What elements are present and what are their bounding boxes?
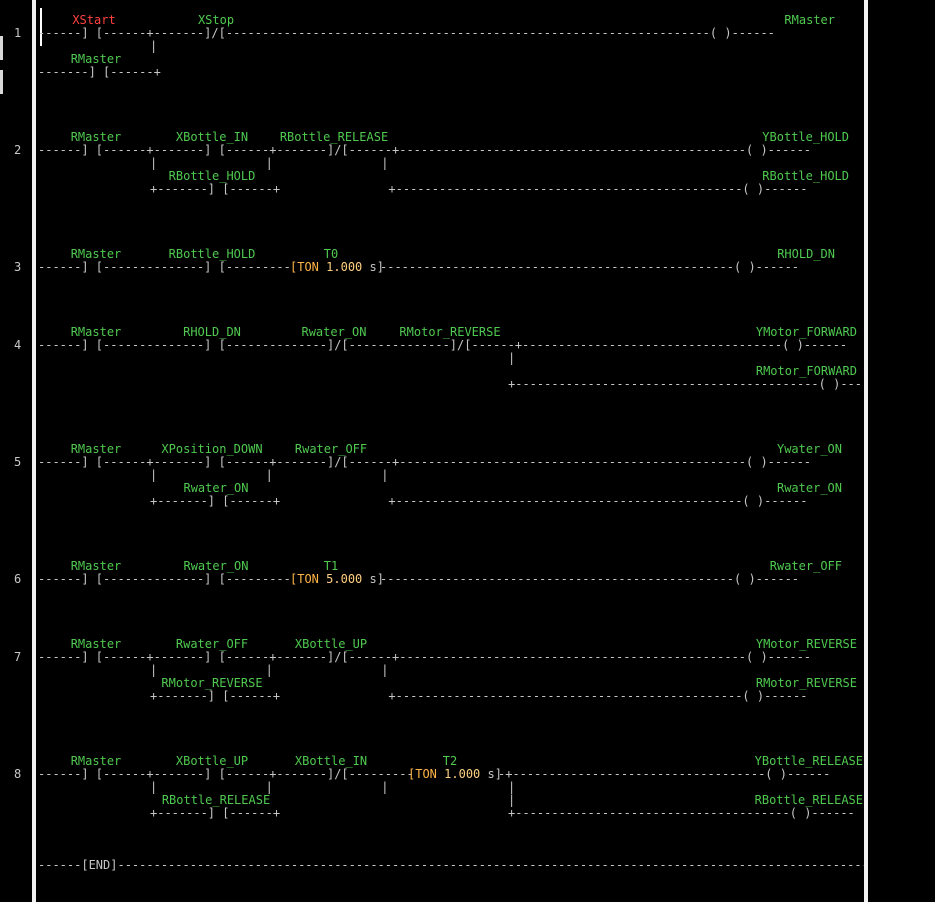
timer-block[interactable]: [TON 1.000 s]	[290, 260, 384, 274]
coil-label[interactable]: YMotor_FORWARD	[756, 325, 857, 339]
branch-wire: |	[150, 39, 158, 53]
branch-wire: | | |	[150, 156, 389, 170]
end-rung: ------[END]-----------------------------…	[38, 858, 864, 872]
gutter-marker	[0, 36, 3, 60]
rung-wire: ----------------------------------------…	[380, 572, 800, 586]
coil-label[interactable]: Rwater_OFF	[770, 559, 842, 573]
branch-wire: +---------------------------------------…	[508, 377, 864, 391]
contact-label[interactable]: RBottle_RELEASE	[280, 130, 388, 144]
contact-label[interactable]: XPosition_DOWN	[161, 442, 262, 456]
rung-wire: ----------------------------------------…	[380, 260, 800, 274]
contact-label[interactable]: RBottle_RELEASE	[162, 793, 270, 807]
coil-label[interactable]: Rwater_ON	[777, 481, 842, 495]
branch-wire: +-------] [------+	[150, 806, 281, 820]
rung-number: 6	[14, 572, 22, 586]
rung-number: 3	[14, 260, 22, 274]
contact-label[interactable]: RBottle_HOLD	[169, 169, 256, 183]
contact-label[interactable]: RMaster	[71, 442, 122, 456]
rung-number: 2	[14, 143, 22, 157]
coil-label[interactable]: YBottle_HOLD	[762, 130, 849, 144]
rung-wire: ------] [------+-------] [------+-------…	[38, 767, 414, 781]
timer-label[interactable]: T0	[324, 247, 338, 261]
branch-wire: |	[508, 793, 516, 807]
contact-label[interactable]: XBottle_IN	[176, 130, 248, 144]
contact-label[interactable]: RMaster	[71, 130, 122, 144]
branch-wire: | | |	[150, 468, 389, 482]
coil-label[interactable]: RHOLD_DN	[777, 247, 835, 261]
coil-label[interactable]: RBottle_HOLD	[762, 169, 849, 183]
contact-label[interactable]: RMaster	[71, 559, 122, 573]
rung-wire: ------] [--------------] [---------	[38, 260, 291, 274]
coil-label[interactable]: YMotor_REVERSE	[756, 637, 857, 651]
contact-label[interactable]: Rwater_ON	[301, 325, 366, 339]
contact-label[interactable]: Rwater_OFF	[295, 442, 367, 456]
timer-block[interactable]: [TON 5.000 s]	[290, 572, 384, 586]
coil-label[interactable]: Ywater_ON	[777, 442, 842, 456]
branch-wire: |	[508, 351, 516, 365]
contact-label[interactable]: RMaster	[71, 52, 122, 66]
branch-wire: -------] [------+	[38, 65, 161, 79]
coil-label[interactable]: YBottle_RELEASE	[755, 754, 863, 768]
branch-wire: |	[508, 780, 516, 794]
rung-wire: -+-----------------------------------( )…	[498, 767, 831, 781]
rung-wire: ------] [------+-------] [------+-------…	[38, 650, 812, 664]
branch-wire: | | |	[150, 780, 389, 794]
branch-wire: +-------] [------+ +--------------------…	[150, 494, 808, 508]
contact-label[interactable]: RHOLD_DN	[183, 325, 241, 339]
branch-wire: +--------------------------------------(…	[508, 806, 855, 820]
rung-wire: ------] [--------------] [---------	[38, 572, 291, 586]
contact-label[interactable]: RMaster	[71, 247, 122, 261]
rung-wire: ------] [------+-------]/[--------------…	[38, 26, 775, 40]
contact-label[interactable]: RMaster	[71, 637, 122, 651]
contact-label[interactable]: Rwater_ON	[183, 481, 248, 495]
branch-wire: | | |	[150, 663, 389, 677]
rung-number: 4	[14, 338, 22, 352]
rung-wire: ------] [------+-------] [------+-------…	[38, 455, 812, 469]
rung-number: 1	[14, 26, 22, 40]
left-power-rail	[32, 0, 36, 902]
coil-label[interactable]: RMaster	[784, 13, 835, 27]
contact-label[interactable]: XStop	[198, 13, 234, 27]
coil-label[interactable]: RMotor_FORWARD	[756, 364, 857, 378]
contact-label[interactable]: RMotor_REVERSE	[399, 325, 500, 339]
contact-label[interactable]: RMaster	[71, 754, 122, 768]
rung-number: 8	[14, 767, 22, 781]
rung-number: 7	[14, 650, 22, 664]
contact-label[interactable]: XBottle_UP	[295, 637, 367, 651]
timer-label[interactable]: T2	[443, 754, 457, 768]
branch-wire: +-------] [------+ +--------------------…	[150, 689, 808, 703]
rung-wire: ------] [--------------] [--------------…	[38, 338, 848, 352]
contact-label[interactable]: XStart	[72, 13, 115, 27]
right-power-rail	[864, 0, 868, 902]
contact-label[interactable]: XBottle_UP	[176, 754, 248, 768]
coil-label[interactable]: RBottle_RELEASE	[755, 793, 863, 807]
contact-label[interactable]: XBottle_IN	[295, 754, 367, 768]
timer-block[interactable]: [TON 1.000 s]	[408, 767, 502, 781]
contact-label[interactable]: RBottle_HOLD	[169, 247, 256, 261]
contact-label[interactable]: Rwater_OFF	[176, 637, 248, 651]
contact-label[interactable]: RMaster	[71, 325, 122, 339]
timer-label[interactable]: T1	[324, 559, 338, 573]
coil-label[interactable]: RMotor_REVERSE	[756, 676, 857, 690]
rung-wire: ------] [------+-------] [------+-------…	[38, 143, 812, 157]
gutter-marker	[0, 70, 3, 94]
branch-wire: +-------] [------+ +--------------------…	[150, 182, 808, 196]
rung-number: 5	[14, 455, 22, 469]
contact-label[interactable]: RMotor_REVERSE	[161, 676, 262, 690]
contact-label[interactable]: Rwater_ON	[183, 559, 248, 573]
